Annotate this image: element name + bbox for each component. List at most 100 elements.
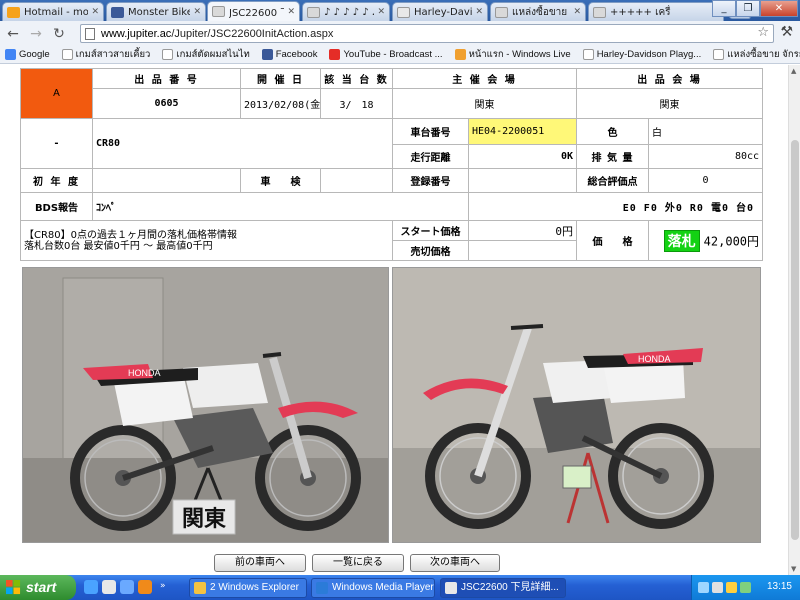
ie-icon[interactable] bbox=[84, 580, 98, 594]
close-window-button[interactable]: ✕ bbox=[760, 0, 798, 17]
forward-arrow-icon[interactable]: → bbox=[26, 24, 46, 44]
displacement-value: 80cc bbox=[648, 144, 764, 169]
bookmark-label: เกมส์ตัดผมสไนไท bbox=[176, 49, 250, 60]
windows-flag-icon bbox=[6, 580, 21, 595]
bike-photo-right[interactable]: HONDA bbox=[392, 267, 761, 543]
minimize-button[interactable]: _ bbox=[712, 0, 736, 17]
quicklaunch-expand-icon[interactable]: » bbox=[160, 581, 166, 591]
evaluation-line: E0 F0 外0 R0 電0 台0 bbox=[467, 192, 764, 221]
tab-label: +++++ เครื่ bbox=[610, 6, 671, 18]
reload-icon[interactable]: ↻ bbox=[49, 24, 69, 44]
start-button[interactable]: start bbox=[0, 575, 76, 600]
tab-label: ♪ ♪ ♪ ♪ ♪ ♪ bbox=[324, 6, 375, 18]
bookmark-game2[interactable]: เกมส์ตัดผมสไนไท bbox=[157, 47, 256, 62]
task-chrome[interactable]: JSC22600 下見詳細... bbox=[440, 578, 566, 598]
task-label: JSC22600 下見詳細... bbox=[461, 582, 559, 593]
scroll-up-icon[interactable]: ▲ bbox=[791, 67, 796, 75]
url-text: www.jupiter.ac/Jupiter/JSC22600InitActio… bbox=[101, 27, 334, 40]
bookmark-star-icon[interactable]: ☆ bbox=[757, 25, 769, 40]
tab-jsc22600[interactable]: JSC22600 下見 ✕ bbox=[207, 1, 300, 21]
vehicle-count: 3/ 18 bbox=[320, 88, 393, 119]
tab-thai-forum[interactable]: +++++ เครื่ ✕ bbox=[588, 2, 724, 21]
scroll-down-icon[interactable]: ▼ bbox=[791, 565, 796, 573]
clock[interactable]: 13:15 bbox=[767, 581, 792, 592]
maker-cell: - bbox=[20, 118, 93, 169]
close-icon[interactable]: ✕ bbox=[573, 7, 581, 17]
host-venue-header: 主 催 会 場 bbox=[391, 68, 578, 89]
vertical-scrollbar[interactable]: ▲ ▼ bbox=[788, 65, 800, 575]
network-icon[interactable] bbox=[698, 582, 709, 593]
scrollbar-thumb[interactable] bbox=[791, 140, 799, 540]
taskbar: start » 2 Windows Explorer Windows Media… bbox=[0, 575, 800, 600]
restore-button[interactable]: ❐ bbox=[736, 0, 760, 17]
tab-harley[interactable]: Harley-Davids ✕ bbox=[392, 2, 488, 21]
close-icon[interactable]: ✕ bbox=[475, 7, 483, 17]
update-icon[interactable] bbox=[740, 582, 751, 593]
bookmark-windows-live[interactable]: หน้าแรก - Windows Live bbox=[450, 47, 578, 62]
page-icon bbox=[582, 49, 594, 60]
bookmarks-bar: Google เกมส์สาวสายเคี้ยว เกมส์ตัดผมสไนไท… bbox=[0, 46, 800, 64]
auction-date: 2013/02/08(金) bbox=[240, 88, 321, 119]
tab-hotmail[interactable]: Hotmail - mon ✕ bbox=[2, 2, 104, 21]
page-icon bbox=[61, 49, 73, 60]
bookmark-game1[interactable]: เกมส์สาวสายเคี้ยว bbox=[57, 47, 158, 62]
back-arrow-icon[interactable]: ← bbox=[3, 24, 23, 44]
venue-stamp: 関東 bbox=[182, 507, 226, 532]
system-tray: 13:15 bbox=[691, 575, 800, 600]
firefox-icon[interactable] bbox=[138, 580, 152, 594]
youtube-icon bbox=[329, 49, 341, 60]
tab-label: Monster Bike bbox=[128, 6, 191, 18]
prev-vehicle-button[interactable]: 前の車両へ bbox=[214, 554, 306, 572]
tab-monster-bike[interactable]: Monster Bike ✕ bbox=[106, 2, 206, 21]
wrench-icon[interactable]: ⚒ bbox=[780, 24, 793, 40]
reg-no-label: 登録番号 bbox=[392, 168, 469, 193]
bike-photo-left[interactable]: HONDA 関東 bbox=[22, 267, 389, 543]
google-icon bbox=[5, 49, 16, 60]
auction-info-table: A 出 品 番 号 開 催 日 該 当 台 数 主 催 会 場 出 品 会 場 … bbox=[20, 68, 764, 261]
address-bar[interactable]: www.jupiter.ac/Jupiter/JSC22600InitActio… bbox=[80, 24, 774, 43]
close-icon[interactable]: ✕ bbox=[91, 7, 99, 17]
count-header: 該 当 台 数 bbox=[320, 68, 393, 89]
close-icon[interactable]: ✕ bbox=[377, 7, 385, 17]
bookmark-facebook[interactable]: Facebook bbox=[257, 49, 325, 60]
folder-icon bbox=[194, 582, 206, 594]
bookmark-youtube[interactable]: YouTube - Broadcast ... bbox=[324, 49, 449, 60]
bookmark-label: หน้าแรก - Windows Live bbox=[468, 49, 571, 60]
overall-score-label: 総合評価点 bbox=[576, 168, 650, 193]
harley-icon bbox=[397, 6, 410, 18]
next-vehicle-button[interactable]: 次の車両へ bbox=[410, 554, 500, 572]
close-icon[interactable]: ✕ bbox=[193, 7, 201, 17]
close-icon[interactable]: ✕ bbox=[287, 7, 295, 17]
tab-strip: Hotmail - mon ✕ Monster Bike ✕ JSC22600 … bbox=[0, 0, 800, 21]
page-icon bbox=[85, 27, 95, 40]
bookmark-google[interactable]: Google bbox=[0, 49, 57, 60]
exhibit-venue-header: 出 品 会 場 bbox=[576, 68, 764, 89]
host-venue: 関東 bbox=[391, 88, 578, 119]
desktop-icon[interactable] bbox=[102, 580, 116, 594]
tab-label: Hotmail - mon bbox=[24, 6, 89, 18]
back-to-list-button[interactable]: 一覧に戻る bbox=[312, 554, 404, 572]
model-name: CR80 bbox=[92, 118, 393, 169]
bookmark-thai-market[interactable]: แหล่งซื้อขาย จักรยานยนต์ เช่ารถ สอง... bbox=[708, 47, 800, 62]
overall-score-value: 0 bbox=[648, 168, 764, 193]
tab-label: JSC22600 下見 bbox=[229, 8, 284, 19]
media-icon[interactable] bbox=[120, 580, 134, 594]
tab-music[interactable]: ♪ ♪ ♪ ♪ ♪ ♪ ✕ bbox=[302, 2, 390, 21]
bds-label: BDS報告 bbox=[20, 192, 93, 221]
volume-icon[interactable] bbox=[712, 582, 723, 593]
windows-live-icon bbox=[454, 49, 466, 60]
tab-label: Harley-Davids bbox=[414, 6, 473, 18]
task-windows-explorer[interactable]: 2 Windows Explorer bbox=[189, 578, 307, 598]
bookmark-label: Google bbox=[19, 49, 50, 60]
bookmark-harley[interactable]: Harley-Davidson Playg... bbox=[578, 49, 709, 60]
tab-thai-market[interactable]: แหล่งซื้อขาย ร ✕ bbox=[490, 2, 586, 21]
task-media-player[interactable]: Windows Media Player bbox=[311, 578, 435, 598]
honda-logo: HONDA bbox=[128, 368, 161, 378]
displacement-label: 排 気 量 bbox=[576, 144, 650, 169]
page-icon bbox=[593, 6, 606, 18]
price-label: 価 格 bbox=[576, 220, 650, 261]
facebook-icon bbox=[111, 6, 124, 18]
price-value: 42,000円 bbox=[703, 234, 760, 248]
page-icon bbox=[495, 6, 508, 18]
security-icon[interactable] bbox=[726, 582, 737, 593]
